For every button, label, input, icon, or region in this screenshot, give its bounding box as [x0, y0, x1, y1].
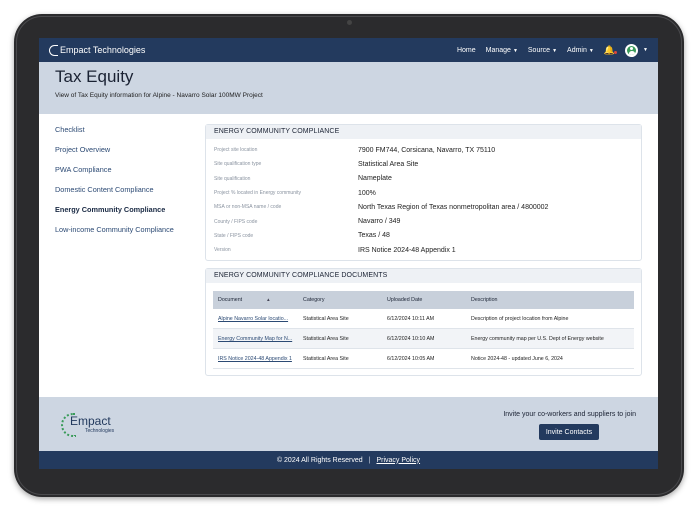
top-navbar: Empact Technologies Home Manage ▼ Source ▼… [39, 38, 658, 62]
uploaded-date-cell: 6/12/2024 10:11 AM [387, 315, 435, 322]
sidebar-item-project-overview[interactable]: Project Overview [55, 145, 205, 154]
nav-source-label: Source [527, 46, 551, 54]
detail-value: Navarro / 349 [358, 218, 401, 226]
privacy-policy-link[interactable]: Privacy Policy [376, 457, 420, 464]
brand-name: Empact Technologies [60, 45, 146, 55]
main-content: ENERGY COMMUNITY COMPLIANCE Project site… [205, 124, 642, 384]
detail-label: County / FIPS code [214, 218, 258, 225]
brand-logo[interactable]: Empact Technologies [49, 44, 146, 56]
user-avatar-icon [625, 43, 639, 57]
detail-row: Project % located in Energy community 100… [214, 186, 633, 200]
detail-value: Texas / 48 [358, 232, 390, 240]
chevron-down-icon: ▼ [512, 47, 518, 54]
front-camera [347, 20, 352, 25]
nav-source-dropdown[interactable]: Source ▼ [528, 47, 557, 54]
copyright-text: © 2024 All Rights Reserved [276, 456, 363, 464]
detail-row: Site qualification Nameplate [214, 172, 633, 186]
detail-value: Statistical Area Site [358, 160, 419, 168]
invite-contacts-button[interactable]: Invite Contacts [539, 424, 599, 440]
nav-manage-label: Manage [485, 46, 511, 54]
user-menu[interactable]: ▼ [625, 43, 648, 57]
table-row: Alpine Navarro Solar locatio... Statisti… [213, 309, 634, 330]
detail-row: Site qualification type Statistical Area … [214, 157, 633, 171]
detail-value: North Texas Region of Texas nonmetropoli… [358, 203, 549, 211]
sidebar-item-low-income[interactable]: Low-income Community Compliance [55, 225, 205, 234]
document-link[interactable]: Energy Community Map for N... [218, 336, 298, 342]
section-sidebar: Checklist Project Overview PWA Complianc… [55, 124, 205, 384]
chevron-down-icon: ▼ [552, 47, 558, 54]
page-subtitle: View of Tax Equity information for Alpin… [55, 92, 263, 99]
detail-value: 100% [358, 189, 376, 197]
footer-logo[interactable]: Empact Technologies [61, 413, 131, 439]
description-cell: Description of project location from Alp… [471, 315, 569, 322]
document-link[interactable]: IRS Notice 2024-48 Appendix 1 [218, 356, 298, 362]
table-row: IRS Notice 2024-48 Appendix 1 Statistica… [213, 349, 634, 370]
column-header-uploaded-date[interactable]: Uploaded Date [382, 297, 466, 303]
detail-value: 7900 FM744, Corsicana, Navarro, TX 75110 [358, 146, 496, 154]
category-cell: Statistical Area Site [303, 335, 349, 342]
separator: | [368, 456, 371, 464]
detail-label: MSA or non-MSA name / code [214, 204, 282, 211]
detail-row: State / FIPS code Texas / 48 [214, 229, 633, 243]
detail-row: Project site location 7900 FM744, Corsica… [214, 143, 633, 157]
page-header: Tax Equity View of Tax Equity informatio… [39, 62, 658, 114]
page-body: Checklist Project Overview PWA Complianc… [39, 114, 658, 384]
detail-row: County / FIPS code Navarro / 349 [214, 214, 633, 228]
detail-label: State / FIPS code [214, 232, 254, 239]
nav-admin-label: Admin [567, 46, 587, 54]
documents-table: Document ▲ Category Uploaded Date Descrip… [213, 291, 634, 370]
uploaded-date-cell: 6/12/2024 10:10 AM [387, 335, 435, 342]
site-footer: Empact Technologies Invite your co-worke… [39, 397, 658, 451]
notification-dot [614, 50, 618, 54]
description-cell: Energy community map per U.S. Dept of En… [471, 335, 604, 342]
category-cell: Statistical Area Site [303, 355, 349, 362]
nav-admin-dropdown[interactable]: Admin ▼ [567, 47, 594, 54]
nav-home-label: Home [456, 46, 476, 54]
uploaded-date-cell: 6/12/2024 10:05 AM [387, 355, 435, 362]
table-row: Energy Community Map for N... Statistica… [213, 329, 634, 350]
column-header-description[interactable]: Description [466, 297, 634, 303]
sidebar-item-checklist[interactable]: Checklist [55, 125, 205, 134]
nav-manage-dropdown[interactable]: Manage ▼ [486, 47, 518, 54]
chevron-down-icon: ▼ [643, 47, 648, 53]
description-cell: Notice 2024-48 - updated June 6, 2024 [471, 355, 563, 362]
table-header: Document ▲ Category Uploaded Date Descrip… [213, 291, 634, 310]
category-cell: Statistical Area Site [303, 315, 349, 322]
compliance-details: Project site location 7900 FM744, Corsica… [206, 139, 641, 260]
detail-label: Project site location [214, 147, 258, 154]
footer-logo-subtext: Technologies [85, 428, 115, 434]
detail-row: MSA or non-MSA name / code North Texas Re… [214, 200, 633, 214]
sidebar-item-pwa-compliance[interactable]: PWA Compliance [55, 165, 205, 174]
copyright-bar: © 2024 All Rights Reserved | Privacy Pol… [39, 451, 658, 469]
documents-card: ENERGY COMMUNITY COMPLIANCE DOCUMENTS Do… [205, 268, 642, 377]
detail-value: IRS Notice 2024-48 Appendix 1 [358, 246, 456, 254]
detail-label: Project % located in Energy community [214, 190, 301, 197]
page-title: Tax Equity [55, 67, 134, 86]
nav-menu: Home Manage ▼ Source ▼ Admin ▼ 🔔 ▼ [457, 43, 648, 57]
column-header-category[interactable]: Category [298, 297, 382, 303]
invite-message: Invite your co-workers and suppliers to … [503, 411, 636, 418]
chevron-down-icon: ▼ [588, 47, 594, 54]
detail-label: Version [214, 247, 231, 254]
footer-logo-text: Empact [70, 414, 111, 428]
empact-logo-icon [49, 44, 58, 56]
sidebar-item-energy-community[interactable]: Energy Community Compliance [55, 205, 205, 214]
compliance-heading: ENERGY COMMUNITY COMPLIANCE [206, 125, 641, 139]
detail-label: Site qualification type [214, 161, 262, 168]
column-header-document[interactable]: Document ▲ [213, 297, 298, 303]
detail-row: Version IRS Notice 2024-48 Appendix 1 [214, 243, 633, 257]
compliance-card: ENERGY COMMUNITY COMPLIANCE Project site… [205, 124, 642, 262]
nav-home[interactable]: Home [457, 47, 476, 54]
sidebar-item-domestic-content[interactable]: Domestic Content Compliance [55, 185, 205, 194]
detail-value: Nameplate [358, 175, 392, 183]
documents-heading: ENERGY COMMUNITY COMPLIANCE DOCUMENTS [206, 269, 641, 284]
document-link[interactable]: Alpine Navarro Solar locatio... [218, 316, 298, 322]
bell-icon[interactable]: 🔔 [604, 45, 618, 56]
column-label: Document [218, 297, 243, 304]
detail-label: Site qualification [214, 175, 251, 182]
sort-ascending-icon[interactable]: ▲ [266, 297, 270, 302]
app-screen: Empact Technologies Home Manage ▼ Source ▼… [39, 38, 658, 469]
